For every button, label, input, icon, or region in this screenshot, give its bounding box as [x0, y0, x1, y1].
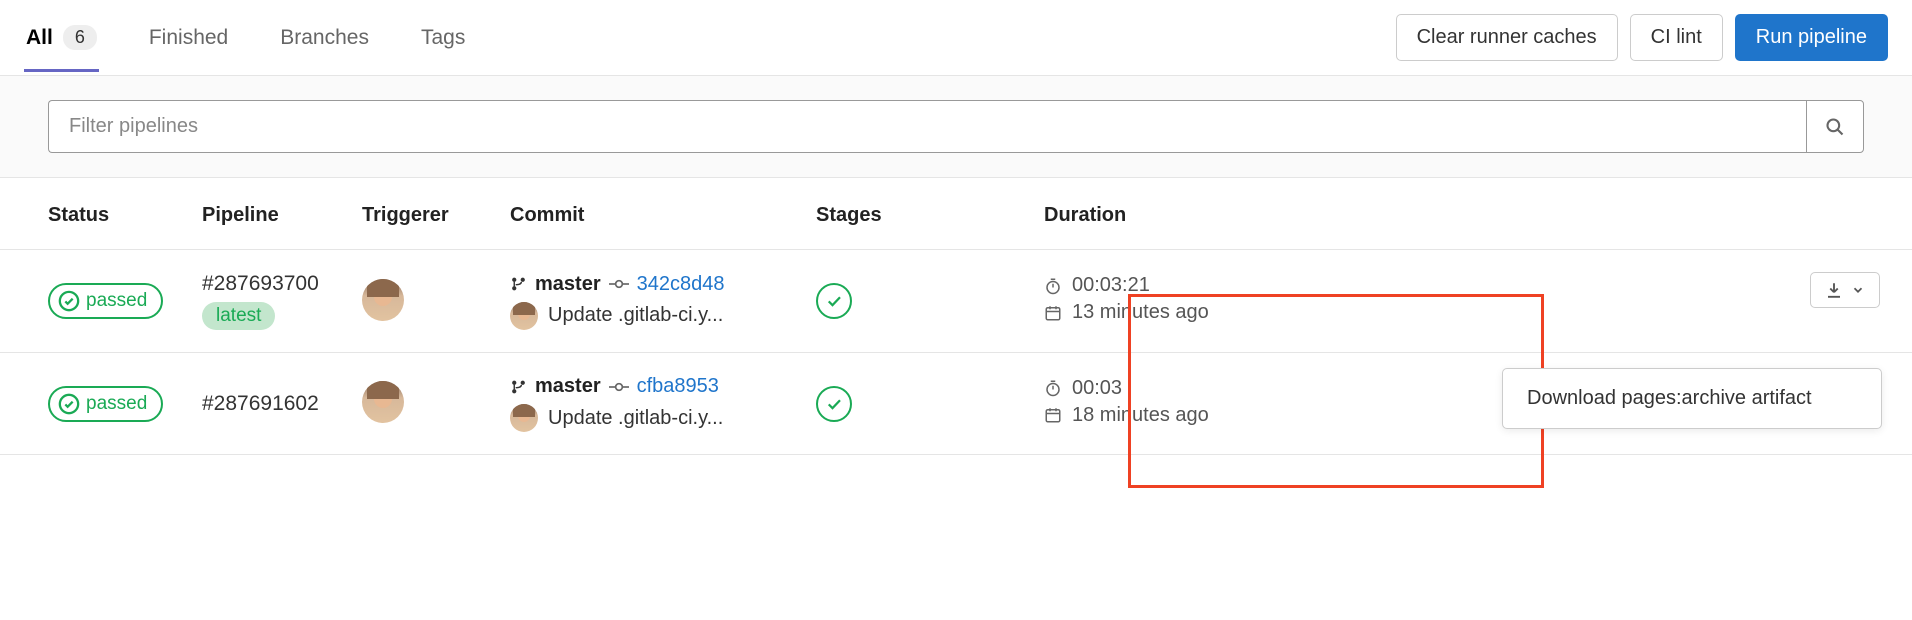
- time-ago: 13 minutes ago: [1072, 301, 1209, 324]
- tab-all[interactable]: All 6: [24, 3, 99, 72]
- tab-tags-label: Tags: [421, 26, 465, 50]
- ci-lint-button[interactable]: CI lint: [1630, 14, 1723, 61]
- commit-author-avatar[interactable]: [510, 302, 538, 330]
- commit-icon: [609, 278, 629, 290]
- status-badge-label: passed: [86, 393, 147, 415]
- tab-branches[interactable]: Branches: [278, 4, 371, 72]
- tab-all-label: All: [26, 26, 53, 50]
- check-circle-icon: [58, 290, 80, 312]
- download-artifacts-dropdown: Download pages:archive artifact: [1502, 368, 1882, 429]
- filter-area: [0, 75, 1912, 178]
- tab-tags[interactable]: Tags: [419, 4, 467, 72]
- download-artifact-item[interactable]: Download pages:archive artifact: [1527, 387, 1857, 410]
- table-header: Status Pipeline Triggerer Commit Stages …: [0, 178, 1912, 250]
- run-pipeline-button[interactable]: Run pipeline: [1735, 14, 1888, 61]
- column-status: Status: [48, 204, 202, 227]
- pipeline-row: passed #287693700 latest master 342c8d48…: [0, 250, 1912, 353]
- calendar-icon: [1044, 406, 1062, 424]
- commit-author-avatar[interactable]: [510, 404, 538, 432]
- branch-icon: [510, 274, 527, 294]
- branch-name[interactable]: master: [535, 375, 601, 398]
- check-circle-icon: [58, 393, 80, 415]
- download-icon: [1825, 281, 1843, 299]
- pipeline-id[interactable]: #287693700: [202, 272, 362, 296]
- commit-icon: [609, 381, 629, 393]
- tab-branches-label: Branches: [280, 26, 369, 50]
- commit-sha[interactable]: cfba8953: [637, 375, 719, 398]
- column-triggerer: Triggerer: [362, 204, 510, 227]
- time-ago: 18 minutes ago: [1072, 404, 1209, 427]
- tab-finished-label: Finished: [149, 26, 228, 50]
- branch-icon: [510, 377, 527, 397]
- commit-message[interactable]: Update .gitlab-ci.y...: [548, 407, 723, 430]
- column-duration: Duration: [1044, 204, 1864, 227]
- tab-all-badge: 6: [63, 25, 97, 50]
- pipeline-id[interactable]: #287691602: [202, 392, 362, 416]
- column-stages: Stages: [816, 204, 1044, 227]
- header-bar: All 6 Finished Branches Tags Clear runne…: [0, 0, 1912, 75]
- stage-passed-icon[interactable]: [816, 386, 852, 422]
- column-commit: Commit: [510, 204, 816, 227]
- stopwatch-icon: [1044, 277, 1062, 295]
- duration-value: 00:03:21: [1072, 274, 1150, 297]
- chevron-down-icon: [1851, 283, 1865, 297]
- search-icon: [1825, 117, 1845, 137]
- triggerer-avatar[interactable]: [362, 381, 404, 423]
- triggerer-avatar[interactable]: [362, 279, 404, 321]
- duration-value: 00:03: [1072, 377, 1122, 400]
- tab-finished[interactable]: Finished: [147, 4, 230, 72]
- column-pipeline: Pipeline: [202, 204, 362, 227]
- commit-message[interactable]: Update .gitlab-ci.y...: [548, 304, 723, 327]
- status-badge-label: passed: [86, 290, 147, 312]
- stage-passed-icon[interactable]: [816, 283, 852, 319]
- branch-name[interactable]: master: [535, 273, 601, 296]
- commit-sha[interactable]: 342c8d48: [637, 273, 725, 296]
- calendar-icon: [1044, 304, 1062, 322]
- filter-search-button[interactable]: [1806, 100, 1864, 153]
- download-artifacts-button[interactable]: [1810, 272, 1880, 308]
- status-badge-passed[interactable]: passed: [48, 386, 163, 422]
- tabs: All 6 Finished Branches Tags: [24, 3, 467, 72]
- header-actions: Clear runner caches CI lint Run pipeline: [1396, 14, 1888, 61]
- latest-tag: latest: [202, 302, 275, 330]
- status-badge-passed[interactable]: passed: [48, 283, 163, 319]
- filter-pipelines-input[interactable]: [48, 100, 1806, 153]
- stopwatch-icon: [1044, 379, 1062, 397]
- clear-runner-caches-button[interactable]: Clear runner caches: [1396, 14, 1618, 61]
